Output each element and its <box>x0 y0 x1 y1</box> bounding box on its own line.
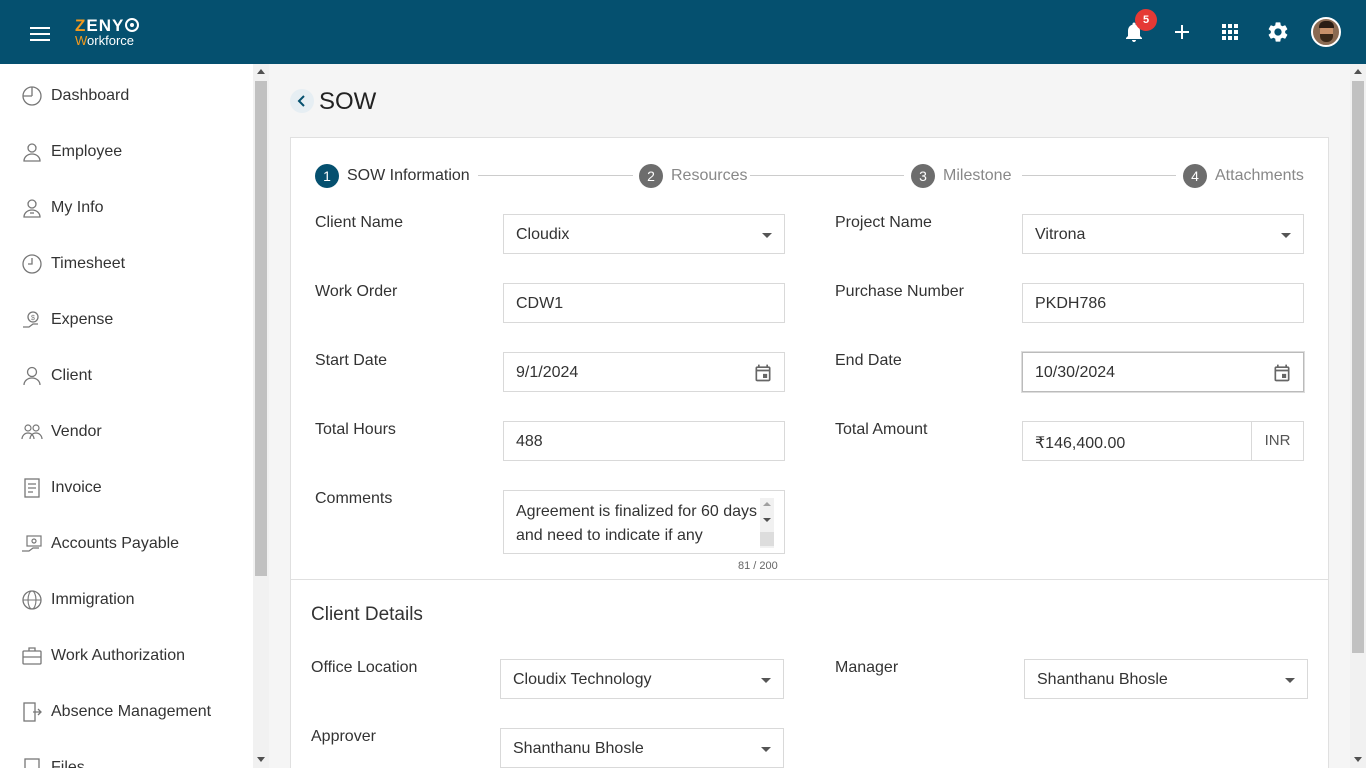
menu-icon[interactable] <box>30 27 50 41</box>
back-button[interactable] <box>290 89 314 113</box>
employee-icon <box>23 143 41 162</box>
sidebar-item-expense[interactable]: $ Expense <box>0 292 253 348</box>
briefcase-icon <box>22 647 42 665</box>
total-hours-label: Total Hours <box>315 421 396 438</box>
sidebar-item-accounts-payable[interactable]: Accounts Payable <box>0 516 253 572</box>
apps-grid-icon[interactable] <box>1218 20 1242 44</box>
sidebar-item-work-authorization[interactable]: Work Authorization <box>0 628 253 684</box>
sidebar-scroll-thumb[interactable] <box>255 81 267 576</box>
vendor-icon <box>21 424 43 440</box>
notification-badge: 5 <box>1135 9 1157 31</box>
currency-suffix: INR <box>1251 422 1303 460</box>
main-content: SOW 1 SOW Information 2 Resources 3 Mile… <box>270 64 1350 768</box>
total-amount-input[interactable]: ₹146,400.00 INR <box>1022 421 1304 461</box>
exit-door-icon <box>23 702 42 722</box>
client-details-title: Client Details <box>311 604 423 625</box>
end-date-input[interactable]: 10/30/2024 <box>1022 352 1304 392</box>
sidebar-item-immigration[interactable]: Immigration <box>0 572 253 628</box>
comments-textarea[interactable]: Agreement is finalized for 60 days and n… <box>503 490 785 554</box>
sidebar-scrollbar[interactable] <box>253 64 269 768</box>
resize-handle-icon[interactable] <box>760 532 774 546</box>
chevron-down-icon <box>1281 233 1291 238</box>
invoice-icon <box>24 478 40 498</box>
gear-icon[interactable] <box>1266 20 1290 44</box>
add-icon[interactable] <box>1170 20 1194 44</box>
sidebar-item-my-info[interactable]: My Info <box>0 180 253 236</box>
scroll-up-arrow-icon[interactable] <box>257 69 265 74</box>
clock-icon <box>22 254 42 274</box>
sidebar-item-absence-management[interactable]: Absence Management <box>0 684 253 740</box>
chevron-down-icon <box>762 233 772 238</box>
work-order-input[interactable]: CDW1 <box>503 283 785 323</box>
office-location-label: Office Location <box>311 659 418 676</box>
total-hours-input[interactable]: 488 <box>503 421 785 461</box>
section-divider <box>291 579 1328 580</box>
approver-select[interactable]: Shanthanu Bhosle <box>500 728 784 768</box>
client-name-select[interactable]: Cloudix <box>503 214 785 254</box>
sidebar-item-timesheet[interactable]: Timesheet <box>0 236 253 292</box>
scroll-up-arrow-icon[interactable] <box>763 502 771 506</box>
calendar-icon[interactable] <box>1272 363 1292 383</box>
step-connector <box>750 175 904 176</box>
end-date-label: End Date <box>835 352 902 369</box>
total-amount-label: Total Amount <box>835 421 928 438</box>
main-scroll-thumb[interactable] <box>1352 81 1364 653</box>
purchase-number-label: Purchase Number <box>835 283 964 300</box>
globe-icon <box>22 590 42 610</box>
work-order-label: Work Order <box>315 283 398 300</box>
scroll-down-arrow-icon[interactable] <box>1354 757 1362 762</box>
office-location-select[interactable]: Cloudix Technology <box>500 659 784 699</box>
start-date-label: Start Date <box>315 352 388 369</box>
sidebar-item-dashboard[interactable]: Dashboard <box>0 68 253 124</box>
project-name-select[interactable]: Vitrona <box>1022 214 1304 254</box>
purchase-number-input[interactable]: PKDH786 <box>1022 283 1304 323</box>
client-name-label: Client Name <box>315 214 404 231</box>
svg-text:$: $ <box>31 315 35 322</box>
chevron-left-icon <box>297 95 305 107</box>
dashboard-icon <box>22 86 42 106</box>
client-icon <box>23 366 41 386</box>
accounts-payable-icon <box>22 535 42 552</box>
comments-label: Comments <box>315 490 393 507</box>
start-date-input[interactable]: 9/1/2024 <box>503 352 785 392</box>
manager-label: Manager <box>835 659 899 676</box>
manager-select[interactable]: Shanthanu Bhosle <box>1024 659 1308 699</box>
scroll-down-arrow-icon[interactable] <box>763 518 771 522</box>
approver-label: Approver <box>311 728 376 745</box>
character-counter: 81 / 200 <box>738 560 778 572</box>
sidebar-item-invoice[interactable]: Invoice <box>0 460 253 516</box>
sidebar-item-employee[interactable]: Employee <box>0 124 253 180</box>
page-title: SOW <box>319 88 377 115</box>
textarea-scrollbar[interactable] <box>760 498 774 548</box>
my-info-icon <box>23 199 41 218</box>
chevron-down-icon <box>761 747 771 752</box>
scroll-up-arrow-icon[interactable] <box>1354 69 1362 74</box>
sidebar-item-files[interactable]: Files <box>0 740 253 768</box>
sidebar-item-vendor[interactable]: Vendor <box>0 404 253 460</box>
project-name-label: Project Name <box>835 214 932 231</box>
scroll-down-arrow-icon[interactable] <box>257 757 265 762</box>
step-connector <box>478 175 633 176</box>
sow-form-card: 1 SOW Information 2 Resources 3 Mileston… <box>290 137 1329 768</box>
sidebar-nav: Dashboard Employee My Info Timesheet $ E… <box>0 64 253 768</box>
expense-icon: $ <box>23 311 39 328</box>
app-logo[interactable]: ZENY Workforce <box>75 17 140 48</box>
step-connector <box>1022 175 1176 176</box>
user-avatar[interactable] <box>1311 17 1341 47</box>
sidebar-item-client[interactable]: Client <box>0 348 253 404</box>
files-icon <box>24 758 40 768</box>
chevron-down-icon <box>1285 678 1295 683</box>
main-scrollbar[interactable] <box>1350 64 1366 768</box>
calendar-icon[interactable] <box>753 363 773 383</box>
top-app-bar: ZENY Workforce 5 <box>0 0 1366 64</box>
chevron-down-icon <box>761 678 771 683</box>
